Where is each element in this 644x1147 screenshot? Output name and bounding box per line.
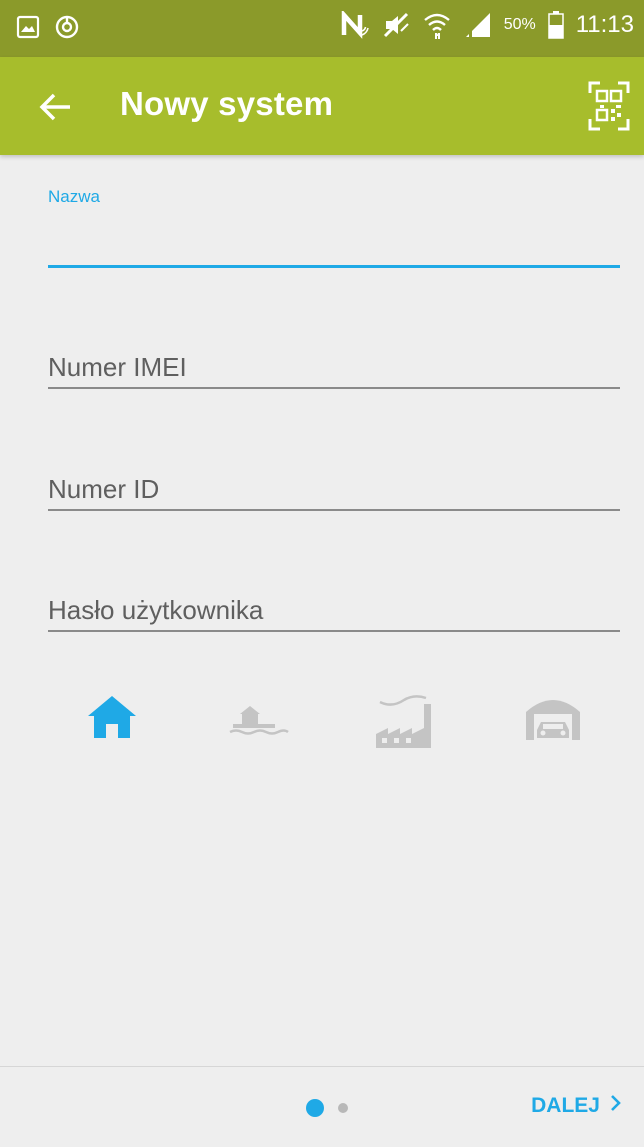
name-field: Nazwa <box>48 187 620 268</box>
qr-scan-icon[interactable] <box>586 79 632 133</box>
back-arrow-icon[interactable] <box>36 89 80 125</box>
id-field <box>48 469 620 511</box>
wifi-icon <box>422 10 452 40</box>
signal-icon <box>464 11 492 39</box>
next-button[interactable]: DALEJ <box>531 1094 622 1118</box>
type-house-option[interactable] <box>84 690 154 754</box>
sync-icon <box>54 14 80 40</box>
id-field-underline <box>48 509 620 511</box>
screen: 50% 11:13 Nowy system Nazwa Numer IMEI N… <box>0 0 644 1147</box>
gallery-icon <box>16 15 40 39</box>
type-factory-option[interactable] <box>370 690 440 754</box>
page-dot-inactive <box>338 1103 348 1113</box>
type-waterfront-option[interactable] <box>228 690 298 754</box>
name-input[interactable] <box>48 219 620 265</box>
name-field-underline <box>48 265 620 268</box>
notification-icons <box>16 14 80 40</box>
battery-percent: 50% <box>503 16 536 33</box>
status-bar: 50% 11:13 <box>0 0 644 57</box>
bottom-divider <box>0 1066 644 1067</box>
type-garage-option[interactable] <box>522 690 592 754</box>
imei-input[interactable] <box>48 347 620 387</box>
house-on-water-icon <box>229 706 289 735</box>
password-field <box>48 590 620 632</box>
chevron-right-icon <box>610 1094 622 1118</box>
app-bar: Nowy system <box>0 57 644 155</box>
mute-icon <box>382 11 410 39</box>
imei-field-underline <box>48 387 620 389</box>
status-right: 50% 11:13 <box>340 10 634 40</box>
password-input[interactable] <box>48 590 620 630</box>
clock: 11:13 <box>575 11 634 38</box>
id-input[interactable] <box>48 469 620 509</box>
battery-icon <box>547 11 564 39</box>
nfc-icon <box>340 11 370 39</box>
imei-field <box>48 347 620 389</box>
garage-icon <box>526 700 580 740</box>
page-dot-active <box>306 1099 324 1117</box>
page-indicator <box>306 1099 348 1117</box>
house-icon <box>88 696 136 738</box>
password-field-underline <box>48 630 620 632</box>
name-field-label: Nazwa <box>48 187 100 206</box>
page-title: Nowy system <box>120 85 334 122</box>
factory-icon <box>376 695 431 748</box>
system-type-selector <box>0 690 644 760</box>
next-button-label: DALEJ <box>531 1094 600 1117</box>
